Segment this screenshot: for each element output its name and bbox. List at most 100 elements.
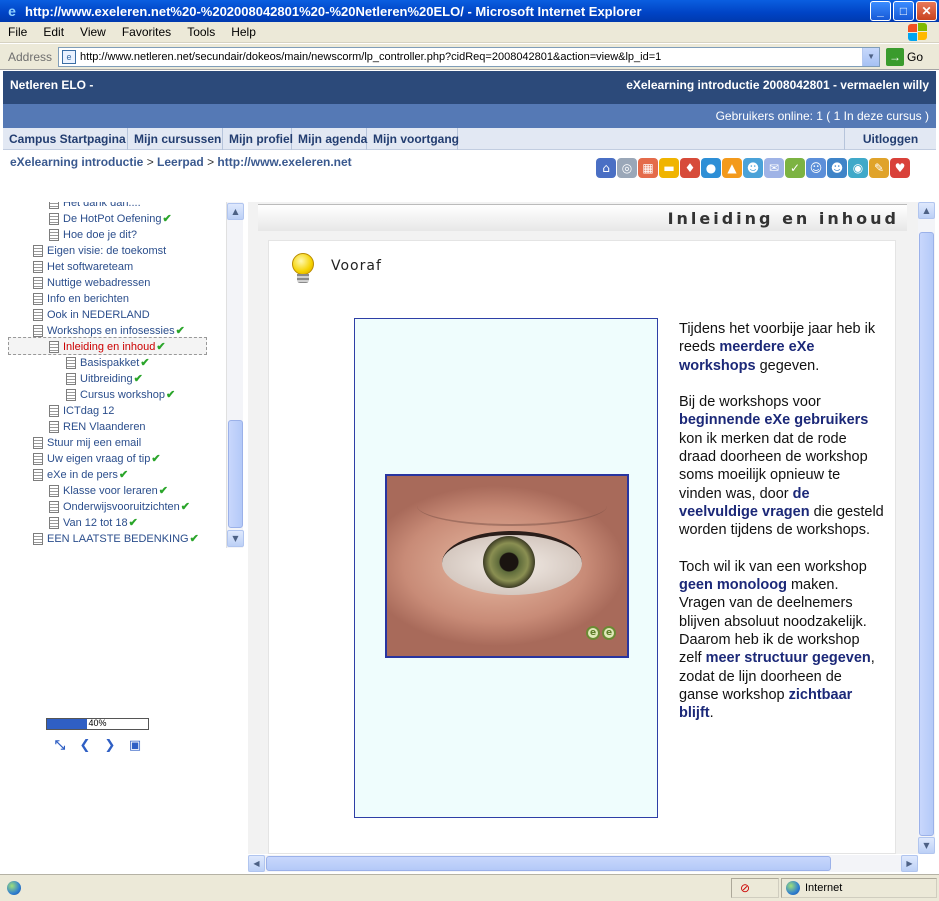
links-icon[interactable]: ♦ <box>680 158 700 178</box>
toc-item[interactable]: Cursus workshop ✔ <box>66 387 175 403</box>
toc-item[interactable]: Basispakket ✔ <box>66 355 150 371</box>
toc-item[interactable]: ICTdag 12 <box>49 403 114 419</box>
minimize-button[interactable]: _ <box>870 1 891 21</box>
calendar-icon[interactable]: ▦ <box>638 158 658 178</box>
breadcrumb-current[interactable]: http://www.exeleren.net <box>217 155 351 169</box>
document-icon <box>33 469 43 481</box>
menu-file[interactable]: File <box>0 25 35 39</box>
page-vertical-scrollbar[interactable]: ▲ ▼ <box>918 202 935 854</box>
document-icon <box>33 437 43 449</box>
breadcrumb: eXelearning introductie > Leerpad > http… <box>10 155 352 169</box>
group-icon[interactable]: ☻ <box>827 158 847 178</box>
toc-item-active[interactable]: Inleiding en inhoud ✔ <box>49 339 166 355</box>
toc-item[interactable]: Nuttige webadressen <box>33 275 150 291</box>
scroll-up-icon[interactable]: ▲ <box>918 202 935 219</box>
toc-item[interactable]: Klasse voor leraren ✔ <box>49 483 168 499</box>
address-input[interactable]: e http://www.netleren.net/secundair/doke… <box>58 46 881 67</box>
security-zone[interactable]: Internet <box>781 878 937 898</box>
scroll-right-icon[interactable]: ▶ <box>901 855 918 872</box>
pencil-icon[interactable]: ✎ <box>869 158 889 178</box>
document-icon <box>49 405 59 417</box>
status-cell: ⊘ <box>731 878 779 898</box>
previous-icon[interactable]: ❮ <box>77 737 93 753</box>
progress-label: 40% <box>88 718 107 728</box>
bell-icon[interactable]: ▲ <box>722 158 742 178</box>
envelope-icon[interactable]: ✉ <box>764 158 784 178</box>
close-button[interactable]: ✕ <box>916 1 937 21</box>
toc-item[interactable]: eXe in de pers ✔ <box>33 467 128 483</box>
site-name[interactable]: Netleren ELO - <box>10 78 93 92</box>
nav-mijn-cursussen[interactable]: Mijn cursussen <box>128 128 223 150</box>
document-icon <box>33 277 43 289</box>
chat-icon[interactable]: ◉ <box>848 158 868 178</box>
nav-mijn-agenda[interactable]: Mijn agenda <box>292 128 367 150</box>
user-icon[interactable]: ☺ <box>806 158 826 178</box>
document-icon <box>33 245 43 257</box>
toc-item-label: ICTdag 12 <box>63 405 115 417</box>
go-button[interactable]: → Go <box>886 47 923 66</box>
document-icon <box>49 421 59 433</box>
toc-item[interactable]: Stuur mij een email <box>33 435 141 451</box>
users-icon[interactable]: ☻ <box>743 158 763 178</box>
toc-item[interactable]: Van 12 tot 18 ✔ <box>49 515 138 531</box>
eye-photo: ee <box>385 474 629 658</box>
toc-item[interactable]: Workshops en infosessies ✔ <box>33 323 185 339</box>
address-dropdown-icon[interactable]: ▼ <box>862 47 880 66</box>
users-online[interactable]: Gebruikers online: 1 ( 1 In deze cursus … <box>716 109 929 123</box>
scroll-thumb[interactable] <box>266 856 831 871</box>
toc-item[interactable]: Ook in NEDERLAND <box>33 307 150 323</box>
home-icon[interactable]: ⌂ <box>596 158 616 178</box>
nav-mijn-voortgang[interactable]: Mijn voortgang <box>367 128 459 150</box>
maximize-button[interactable]: □ <box>893 1 914 21</box>
body-text: Toch wil ik van een workshop <box>679 558 867 575</box>
document-icon <box>49 341 59 353</box>
privacy-icon[interactable]: ⊘ <box>740 881 750 895</box>
toc-item[interactable]: Uw eigen vraag of tip ✔ <box>33 451 161 467</box>
toc-item-label: Van 12 tot 18 <box>63 517 128 529</box>
toc-item[interactable]: Info en berichten <box>33 291 129 307</box>
menu-edit[interactable]: Edit <box>35 25 72 39</box>
next-icon[interactable]: ❯ <box>102 737 118 753</box>
scroll-thumb[interactable] <box>919 232 934 836</box>
toc-item[interactable]: Onderwijsvooruitzichten ✔ <box>49 499 190 515</box>
breadcrumb-course[interactable]: eXelearning introductie <box>10 155 143 169</box>
statistics-icon[interactable]: ⤡ <box>52 737 68 753</box>
window-titlebar[interactable]: e http://www.exeleren.net%20-%2020080428… <box>0 0 939 22</box>
breadcrumb-leerpad[interactable]: Leerpad <box>157 155 204 169</box>
menu-view[interactable]: View <box>72 25 114 39</box>
toc-item-label: Onderwijsvooruitzichten <box>63 501 180 513</box>
intro-paragraph: Tijdens het voorbije jaar heb ik reeds m… <box>679 320 884 375</box>
menu-tools[interactable]: Tools <box>179 25 223 39</box>
assignment-icon[interactable]: ✓ <box>785 158 805 178</box>
toc-item-label: Workshops en infosessies <box>47 325 175 337</box>
scroll-up-icon[interactable]: ▲ <box>227 203 244 220</box>
scroll-left-icon[interactable]: ◀ <box>248 855 265 872</box>
folder-icon[interactable]: ▬ <box>659 158 679 178</box>
fullscreen-icon[interactable]: ▣ <box>127 737 143 753</box>
nav-mijn-profiel[interactable]: Mijn profiel <box>223 128 293 150</box>
toc-item[interactable]: Hoe doe je dit? <box>49 227 137 243</box>
nav-campus-startpagina[interactable]: Campus Startpagina <box>3 128 128 150</box>
scroll-down-icon[interactable]: ▼ <box>227 530 244 547</box>
menu-favorites[interactable]: Favorites <box>114 25 179 39</box>
toc-item[interactable]: EEN LAATSTE BEDENKING ✔ <box>33 531 199 547</box>
scroll-thumb[interactable] <box>228 420 243 528</box>
toc-item[interactable]: Het softwareteam <box>33 259 133 275</box>
toc-item[interactable]: Uitbreiding ✔ <box>66 371 143 387</box>
globe-icon[interactable]: ● <box>701 158 721 178</box>
toc-item[interactable]: Eigen visie: de toekomst <box>33 243 166 259</box>
checkmark-icon: ✔ <box>140 357 150 369</box>
toc-item[interactable]: De HotPot Oefening ✔ <box>49 211 172 227</box>
scroll-down-icon[interactable]: ▼ <box>918 837 935 854</box>
page-horizontal-scrollbar[interactable]: ◀ ▶ <box>248 855 918 872</box>
toc-item[interactable]: REN Vlaanderen <box>49 419 146 435</box>
toc-item-label: Cursus workshop <box>80 389 165 401</box>
tracking-icon[interactable]: ♥ <box>890 158 910 178</box>
menu-help[interactable]: Help <box>223 25 264 39</box>
address-label: Address <box>8 49 53 64</box>
toc-item[interactable]: Het dank dan.... <box>49 202 141 211</box>
logout-link[interactable]: Uitloggen <box>844 128 936 150</box>
compass-icon[interactable]: ◎ <box>617 158 637 178</box>
document-icon <box>33 533 43 545</box>
toc-scrollbar[interactable]: ▲ ▼ <box>226 202 244 548</box>
